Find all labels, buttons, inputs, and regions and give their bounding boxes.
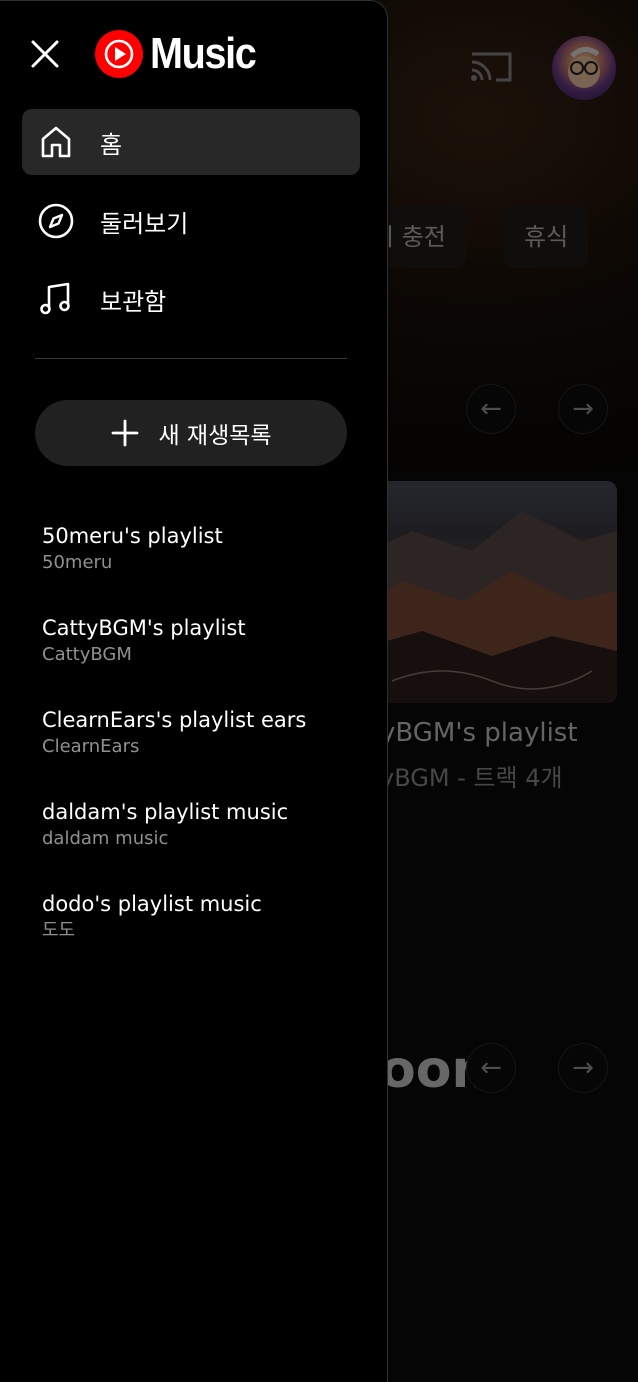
compass-icon xyxy=(36,201,76,241)
nav-item-label: 홈 xyxy=(100,130,123,159)
playlist-item[interactable]: dodo's playlist music 도도 xyxy=(42,890,372,944)
playlist-owner: daldam music xyxy=(42,828,169,849)
playlist-title: CattyBGM's playlist xyxy=(42,616,246,640)
playlist-owner: ClearnEars xyxy=(42,736,140,757)
new-playlist-button[interactable]: 새 재생목록 xyxy=(35,400,347,466)
plus-icon xyxy=(112,419,139,447)
playlist-owner: CattyBGM xyxy=(42,644,132,665)
divider xyxy=(35,358,347,359)
playlist-owner: 도도 xyxy=(42,920,76,941)
playlist-title: ClearnEars's playlist ears xyxy=(42,708,307,732)
playlist-owner: 50meru xyxy=(42,552,113,573)
nav-item-library[interactable]: 보관함 xyxy=(22,266,360,332)
playlist-item[interactable]: CattyBGM's playlist CattyBGM xyxy=(42,614,372,668)
music-note-icon xyxy=(36,279,76,319)
youtube-music-logo[interactable]: Music xyxy=(94,29,267,79)
new-playlist-label: 새 재생목록 xyxy=(158,423,272,449)
playlist-title: dodo's playlist music xyxy=(42,892,262,916)
playlist-item[interactable]: ClearnEars's playlist ears ClearnEars xyxy=(42,706,372,760)
nav-item-label: 둘러보기 xyxy=(100,209,189,238)
playlist-title: 50meru's playlist xyxy=(42,524,223,548)
nav-item-home[interactable]: 홈 xyxy=(22,109,360,175)
playlist-item[interactable]: 50meru's playlist 50meru xyxy=(42,522,372,576)
nav-item-explore[interactable]: 둘러보기 xyxy=(22,188,360,254)
playlist-title: daldam's playlist music xyxy=(42,800,289,824)
brand-name: Music xyxy=(150,29,257,78)
youtube-music-logo-icon xyxy=(95,30,143,78)
nav-item-label: 보관함 xyxy=(100,287,167,316)
navigation-drawer: Music 홈 둘러보기 보관함 새 재생목록 50meru's playlis… xyxy=(0,0,388,1382)
close-icon[interactable] xyxy=(28,37,62,71)
home-icon xyxy=(36,122,76,162)
playlist-item[interactable]: daldam's playlist music daldam music xyxy=(42,798,372,852)
